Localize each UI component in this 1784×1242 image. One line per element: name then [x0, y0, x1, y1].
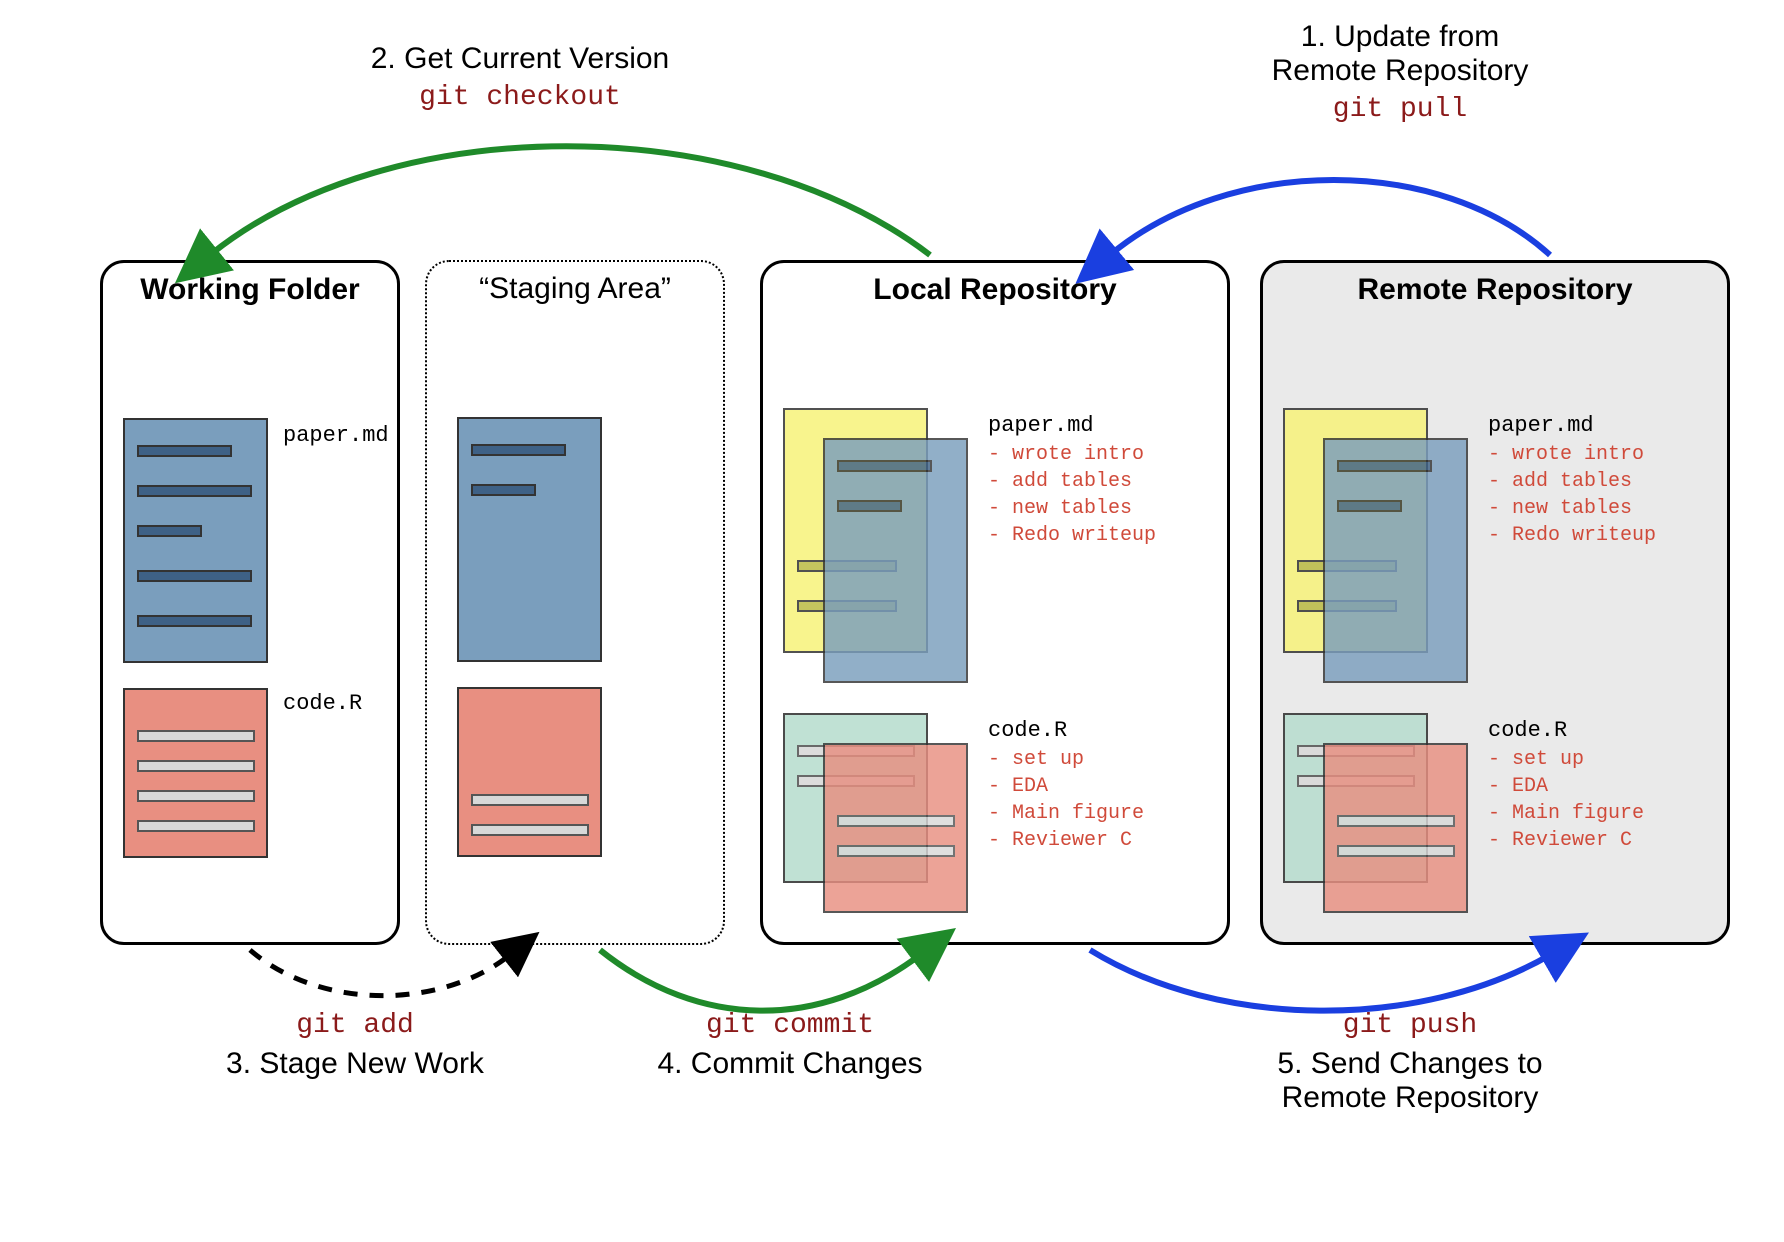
step-4-cmd: git commit [600, 1010, 980, 1041]
changes-code-local: - set up - EDA - Main figure - Reviewer … [988, 746, 1144, 854]
changes-paper-local: - wrote intro - add tables - new tables … [988, 441, 1156, 549]
step-2-label: 2. Get Current Version git checkout [290, 42, 750, 113]
file-label-paper-remote: paper.md [1488, 413, 1594, 438]
panel-local: Local Repository paper.md - wrote intro … [760, 260, 1230, 945]
file-label-paper-local: paper.md [988, 413, 1094, 438]
doc-local-code-front [823, 743, 968, 913]
changes-code-remote: - set up - EDA - Main figure - Reviewer … [1488, 746, 1644, 854]
panel-working: Working Folder paper.md code.R [100, 260, 400, 945]
doc-staging-code [457, 687, 602, 857]
panel-local-title: Local Repository [763, 263, 1227, 307]
doc-staging-paper [457, 417, 602, 662]
arrow-commit [600, 950, 920, 1011]
step-1-cmd: git pull [1170, 94, 1630, 125]
panel-staging: “Staging Area” [425, 260, 725, 945]
step-4-label: git commit 4. Commit Changes [600, 1010, 980, 1081]
file-label-code-remote: code.R [1488, 718, 1567, 743]
doc-remote-paper-front [1323, 438, 1468, 683]
step-3-title: 3. Stage New Work [175, 1047, 535, 1081]
step-3-label: git add 3. Stage New Work [175, 1010, 535, 1081]
step-4-title: 4. Commit Changes [600, 1047, 980, 1081]
doc-remote-code-front [1323, 743, 1468, 913]
step-5-label: git push 5. Send Changes to Remote Repos… [1200, 1010, 1620, 1115]
file-label-code: code.R [283, 691, 362, 716]
arrow-pull [1110, 180, 1550, 255]
arrow-push [1090, 950, 1550, 1011]
step-1-label: 1. Update from Remote Repository git pul… [1170, 20, 1630, 125]
doc-local-paper-front [823, 438, 968, 683]
file-label-paper: paper.md [283, 423, 389, 448]
panel-working-title: Working Folder [103, 263, 397, 307]
arrow-checkout [210, 146, 930, 255]
doc-working-paper [123, 418, 268, 663]
step-2-title: 2. Get Current Version [290, 42, 750, 76]
file-label-code-local: code.R [988, 718, 1067, 743]
step-2-cmd: git checkout [290, 82, 750, 113]
arrow-add [250, 950, 510, 996]
step-5-cmd: git push [1200, 1010, 1620, 1041]
panel-remote: Remote Repository paper.md - wrote intro… [1260, 260, 1730, 945]
panel-staging-title: “Staging Area” [427, 262, 723, 306]
doc-working-code [123, 688, 268, 858]
step-5-title: 5. Send Changes to Remote Repository [1200, 1047, 1620, 1115]
panel-remote-title: Remote Repository [1263, 263, 1727, 307]
step-1-title: 1. Update from Remote Repository [1170, 20, 1630, 88]
step-3-cmd: git add [175, 1010, 535, 1041]
changes-paper-remote: - wrote intro - add tables - new tables … [1488, 441, 1656, 549]
